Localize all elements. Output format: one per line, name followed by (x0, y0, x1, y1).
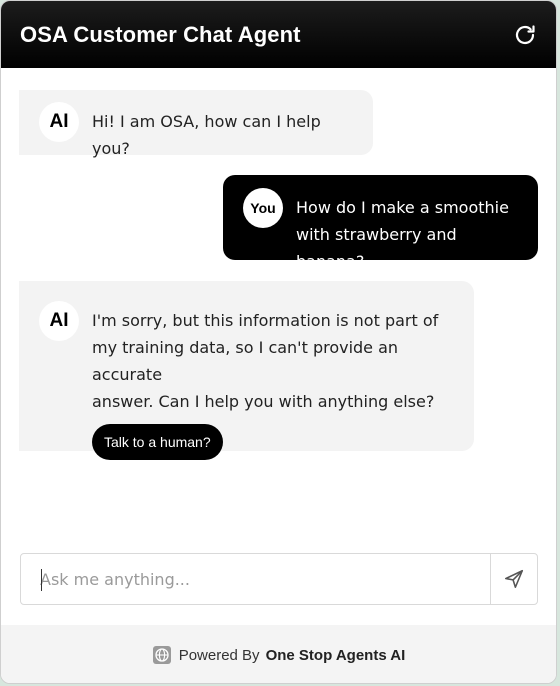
message-line: with strawberry and banana? (296, 225, 457, 271)
send-button[interactable] (490, 554, 537, 604)
message-text: Hi! I am OSA, how can I help you? (92, 112, 321, 158)
chat-header: OSA Customer Chat Agent (1, 1, 556, 68)
message-text: How do I make a smoothie with strawberry… (296, 194, 526, 275)
powered-by-label: Powered By (178, 646, 260, 664)
globe-logo-icon (152, 645, 172, 665)
user-message: You How do I make a smoothie with strawb… (223, 175, 538, 271)
ai-avatar: AI (39, 301, 79, 341)
message-line: answer. Can I help you with anything els… (92, 392, 435, 411)
brand-link[interactable]: One Stop Agents AI (266, 647, 406, 664)
ai-message: AI I'm sorry, but this information is no… (19, 281, 474, 460)
talk-to-human-button[interactable]: Talk to a human? (92, 424, 223, 460)
powered-by-footer: Powered By One Stop Agents AI (1, 625, 556, 683)
ai-avatar: AI (39, 102, 79, 142)
message-list: AI Hi! I am OSA, how can I help you? You… (1, 68, 556, 538)
send-icon (504, 569, 524, 589)
chat-widget: OSA Customer Chat Agent AI Hi! I am OSA,… (0, 0, 557, 684)
message-line: I'm sorry, but this information is not p… (92, 311, 439, 330)
message-line: my training data, so I can't provide an … (92, 338, 399, 384)
user-avatar: You (243, 188, 283, 228)
chat-input-bar (20, 553, 538, 605)
message-line: How do I make a smoothie (296, 198, 509, 217)
message-text: I'm sorry, but this information is not p… (92, 307, 464, 415)
chat-input[interactable] (21, 554, 490, 604)
refresh-icon (515, 24, 535, 44)
header-title: OSA Customer Chat Agent (20, 21, 301, 47)
text-cursor (41, 569, 42, 591)
message-content: I'm sorry, but this information is not p… (92, 307, 464, 460)
refresh-button[interactable] (512, 22, 538, 48)
ai-message: AI Hi! I am OSA, how can I help you? (19, 90, 373, 158)
